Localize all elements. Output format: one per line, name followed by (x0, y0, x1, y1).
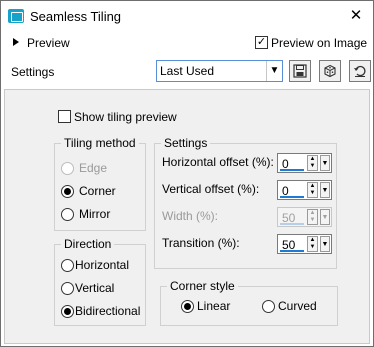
vertical-offset-spinner[interactable]: 0 ▲ ▼ ▼ (277, 180, 332, 200)
level-bar (280, 169, 304, 171)
spin-arrows-icon[interactable]: ▲ ▼ (307, 209, 318, 225)
transition-label: Transition (%): (162, 236, 240, 250)
preview-on-image-checkbox[interactable]: ✓ (255, 36, 268, 49)
vertical-offset-label: Vertical offset (%): (162, 182, 260, 196)
show-tiling-preview-label[interactable]: Show tiling preview (74, 110, 177, 124)
edge-label[interactable]: Edge (79, 161, 107, 175)
level-bar (280, 196, 304, 198)
direction-title: Direction (61, 237, 115, 251)
linear-radio[interactable] (181, 300, 194, 313)
show-tiling-preview-checkbox[interactable] (58, 110, 71, 123)
width-spinner[interactable]: 50 ▲ ▼ ▼ (277, 207, 332, 227)
preview-on-image-label[interactable]: Preview on Image (271, 36, 367, 50)
preset-dropdown[interactable]: Last Used ▼ (156, 60, 283, 82)
direction-group: Direction Horizontal Vertical Bidirectio… (54, 237, 146, 326)
mirror-label[interactable]: Mirror (79, 207, 110, 221)
settings-label: Settings (11, 65, 55, 79)
mirror-radio[interactable] (61, 208, 74, 221)
preset-value: Last Used (160, 64, 215, 78)
spin-arrows-icon[interactable]: ▲ ▼ (307, 236, 318, 252)
horizontal-offset-label: Horizontal offset (%): (162, 155, 274, 169)
corner-style-title: Corner style (167, 279, 238, 293)
vertical-radio[interactable] (61, 282, 74, 295)
curved-radio[interactable] (262, 300, 275, 313)
tiling-method-group: Tiling method Edge Corner Mirror (54, 136, 146, 231)
randomize-button[interactable] (319, 60, 341, 82)
chevron-down-icon[interactable]: ▼ (320, 236, 330, 252)
edge-radio[interactable] (61, 162, 74, 175)
save-preset-button[interactable] (289, 60, 311, 82)
bidirectional-label[interactable]: Bidirectional (75, 304, 140, 318)
width-label: Width (%): (162, 209, 219, 223)
transition-spinner[interactable]: 50 ▲ ▼ ▼ (277, 234, 332, 254)
spin-arrows-icon[interactable]: ▲ ▼ (307, 155, 318, 171)
horizontal-label[interactable]: Horizontal (75, 258, 129, 272)
window-title: Seamless Tiling (30, 9, 122, 24)
corner-radio[interactable] (61, 185, 74, 198)
chevron-down-icon[interactable]: ▼ (320, 209, 330, 225)
chevron-down-icon[interactable]: ▼ (320, 155, 330, 171)
vertical-label[interactable]: Vertical (75, 281, 114, 295)
bidirectional-radio[interactable] (61, 305, 74, 318)
linear-label[interactable]: Linear (197, 299, 230, 313)
expand-arrow-icon[interactable] (13, 38, 19, 46)
offset-settings-group: Settings Horizontal offset (%): 0 ▲ ▼ ▼ V… (154, 136, 337, 269)
chevron-down-icon[interactable]: ▼ (266, 61, 282, 81)
curved-label[interactable]: Curved (278, 299, 317, 313)
randomize-icon (324, 64, 336, 78)
reset-icon (354, 65, 366, 77)
dialog-window: Seamless Tiling ✕ Preview ✓ Preview on I… (0, 0, 374, 347)
save-preset-icon (293, 64, 307, 78)
preview-toggle-label[interactable]: Preview (27, 36, 70, 50)
app-icon (8, 9, 24, 23)
reset-button[interactable] (349, 60, 371, 82)
level-bar (280, 223, 304, 225)
tiling-method-title: Tiling method (61, 136, 139, 150)
chevron-down-icon[interactable]: ▼ (320, 182, 330, 198)
close-button[interactable]: ✕ (345, 5, 367, 27)
horizontal-offset-spinner[interactable]: 0 ▲ ▼ ▼ (277, 153, 332, 173)
settings-panel: Show tiling preview Tiling method Edge C… (4, 89, 370, 344)
corner-style-group: Corner style Linear Curved (160, 279, 338, 326)
settings-group-title: Settings (161, 136, 211, 150)
horizontal-radio[interactable] (61, 259, 74, 272)
spin-arrows-icon[interactable]: ▲ ▼ (307, 182, 318, 198)
level-bar (280, 250, 304, 252)
corner-label[interactable]: Corner (79, 184, 116, 198)
